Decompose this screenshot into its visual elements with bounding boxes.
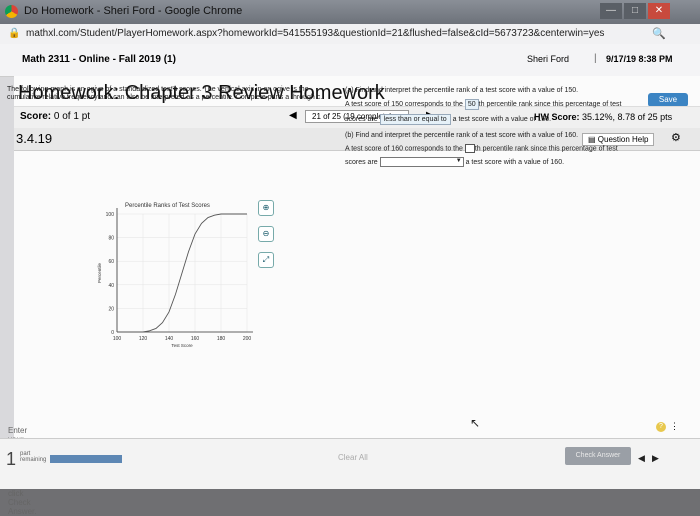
separator: | [594,53,597,64]
minimize-button[interactable]: — [600,3,622,19]
expand-icon[interactable]: ⤢ [258,252,274,268]
chrome-icon [5,5,18,18]
part-a-answer[interactable]: 50 [464,99,479,110]
lock-icon: 🔒 [8,28,21,39]
part-a-text1: A test score of 150 corresponds to the [345,101,463,108]
next-icon[interactable]: ▶ [652,453,659,464]
score-label: Score: [20,111,52,122]
y-tick-label: 40 [108,283,114,289]
score-value: 0 of 1 pt [53,111,91,122]
mouse-cursor-icon: ↖ [470,416,481,430]
y-tick-label: 80 [108,236,114,242]
maximize-button[interactable]: □ [624,3,646,19]
window-title: Do Homework - Sheri Ford - Google Chrome [24,5,243,17]
part-a-text2: th percentile rank since this percentage… [478,101,622,108]
check-answer-button[interactable]: Check Answer [565,447,631,465]
previous-icon[interactable]: ◀ [638,453,645,464]
part-b-select[interactable] [379,157,464,168]
score: Score: 0 of 1 pt [20,111,90,122]
y-tick-label: 100 [106,212,115,218]
part-b-text3: scores are [345,159,378,167]
x-tick-label: 200 [243,336,252,342]
date-time: 9/17/19 8:38 PM [606,54,673,64]
progress-bar [50,455,122,463]
part-b-text4: a test score with a value of 160. [465,159,565,167]
part-a-line2: scores are less than or equal to a test … [345,114,675,125]
remaining-count: 1 [6,449,17,469]
part-a-select[interactable]: less than or equal to [379,114,451,125]
chart-svg: 100 120 140 160 180 200 0 20 40 60 80 100 Test Score… [97,208,253,348]
part-b-text2: th percentile rank since this percentage… [474,145,618,153]
question-number: 3.4.19 [16,131,53,146]
title-bar: Do Homework - Sheri Ford - Google Chrome… [0,0,700,24]
part-a-text4: a test score with a value of 150. [452,116,552,123]
clear-all-button[interactable]: Clear All [338,453,368,462]
ogive-line [117,213,247,333]
browser-window: Do Homework - Sheri Ford - Google Chrome… [0,0,700,516]
zoom-out-icon[interactable]: ⊖ [258,226,274,242]
window-controls: — □ ✕ [600,3,670,19]
part-b-line1: A test score of 160 corresponds to the t… [345,144,675,153]
part-a-text3: scores are [345,116,378,123]
part-b-prompt: (b) Find and interpret the percentile ra… [345,132,579,139]
y-tick-label: 20 [108,306,114,312]
part-b-text1: A test score of 160 corresponds to the [345,145,463,153]
part-a-prompt: (a) Find and interpret the percentile ra… [345,87,579,94]
answer-panel: (a) Find and interpret the percentile ra… [345,86,675,171]
ogive-chart: Percentile Ranks of Test Scores 100 120 14… [95,200,265,360]
part-a-line1: A test score of 150 corresponds to the 5… [345,99,675,110]
y-axis-label: Percentile [97,263,102,284]
x-axis-label: Test Score [171,343,193,348]
close-button[interactable]: ✕ [648,3,670,19]
x-tick-label: 140 [165,336,174,342]
course-header: Math 2311 - Online - Fall 2019 (1) Sheri… [0,44,700,77]
remaining-label: part remaining [20,451,47,463]
zoom-icon[interactable]: 🔍 [652,27,666,40]
graph-tools: ⊕ ⊖ ⤢ [258,200,278,278]
address-bar[interactable]: 🔒 mathxl.com/Student/PlayerHomework.aspx… [0,24,700,45]
url-text[interactable]: mathxl.com/Student/PlayerHomework.aspx?h… [26,28,604,39]
footer-bar: 1 part remaining Clear All Check Answer … [0,438,700,489]
zoom-in-icon[interactable]: ⊕ [258,200,274,216]
part-b-answer-input[interactable] [464,144,475,153]
course-name: Math 2311 - Online - Fall 2019 (1) [22,54,176,65]
y-tick-label: 60 [108,259,114,265]
y-tick-label: 0 [111,330,114,336]
question-text: The following graph is an ogive of a sta… [7,86,323,101]
x-tick-label: 180 [217,336,226,342]
help-icon[interactable]: ? [656,422,666,432]
x-tick-label: 160 [191,336,200,342]
help-menu-icon[interactable]: ⋮ [670,421,679,432]
x-tick-label: 120 [139,336,148,342]
user-name: Sheri Ford [527,54,570,64]
prev-question-icon[interactable]: ◀ [289,110,297,121]
x-tick-label: 100 [113,336,122,342]
part-b-line2: scores are a test score with a value of … [345,157,675,168]
